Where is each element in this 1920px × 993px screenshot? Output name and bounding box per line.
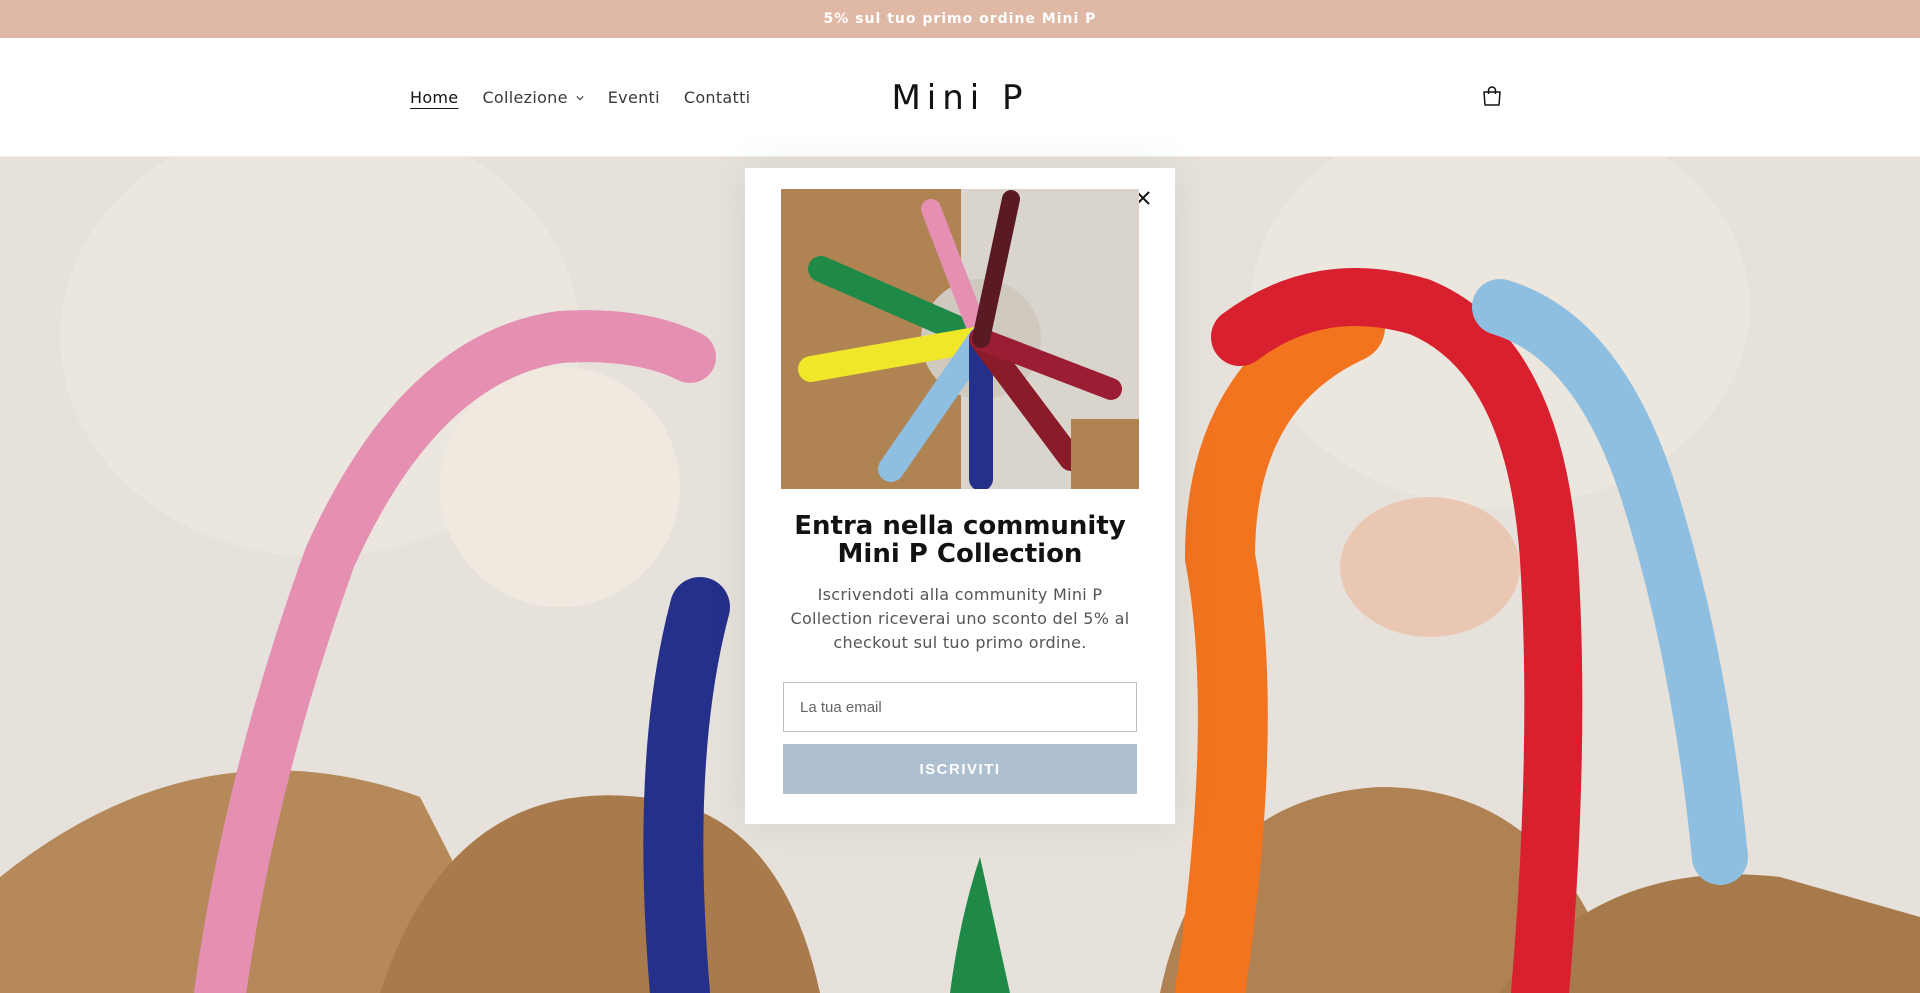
nav-item-eventi[interactable]: Eventi [596,83,672,113]
nav-item-contatti-label: Contatti [683,88,751,107]
nav-item-contatti[interactable]: Contatti [672,83,763,113]
nav-item-eventi-label: Eventi [607,88,660,107]
chevron-down-icon [576,95,584,100]
announcement-bar: 5% sul tuo primo ordine Mini P [0,0,1920,38]
announcement-text: 5% sul tuo primo ordine Mini P [823,11,1097,27]
nav-item-home[interactable]: Home [410,83,470,113]
cart-icon [1483,86,1501,106]
popup-description: Iscrivendoti alla community Mini P Colle… [790,585,1130,652]
popup-title: Entra nella community Mini P Collection [794,511,1126,569]
nav-item-collezione-label: Collezione [482,88,568,107]
popup-photo-illustration [781,189,1139,489]
main-nav: Home Collezione Eventi Contatti [410,38,762,157]
email-field[interactable] [783,682,1137,732]
popup-image [781,189,1139,489]
site-header: Home Collezione Eventi Contatti Mini P [0,38,1920,157]
subscribe-button[interactable]: ISCRIVITI [783,744,1137,794]
nav-item-collezione[interactable]: Collezione [470,83,595,113]
cart-button[interactable] [1478,82,1506,110]
nav-item-home-label: Home [410,88,459,107]
site-logo[interactable]: Mini P [800,38,1120,157]
